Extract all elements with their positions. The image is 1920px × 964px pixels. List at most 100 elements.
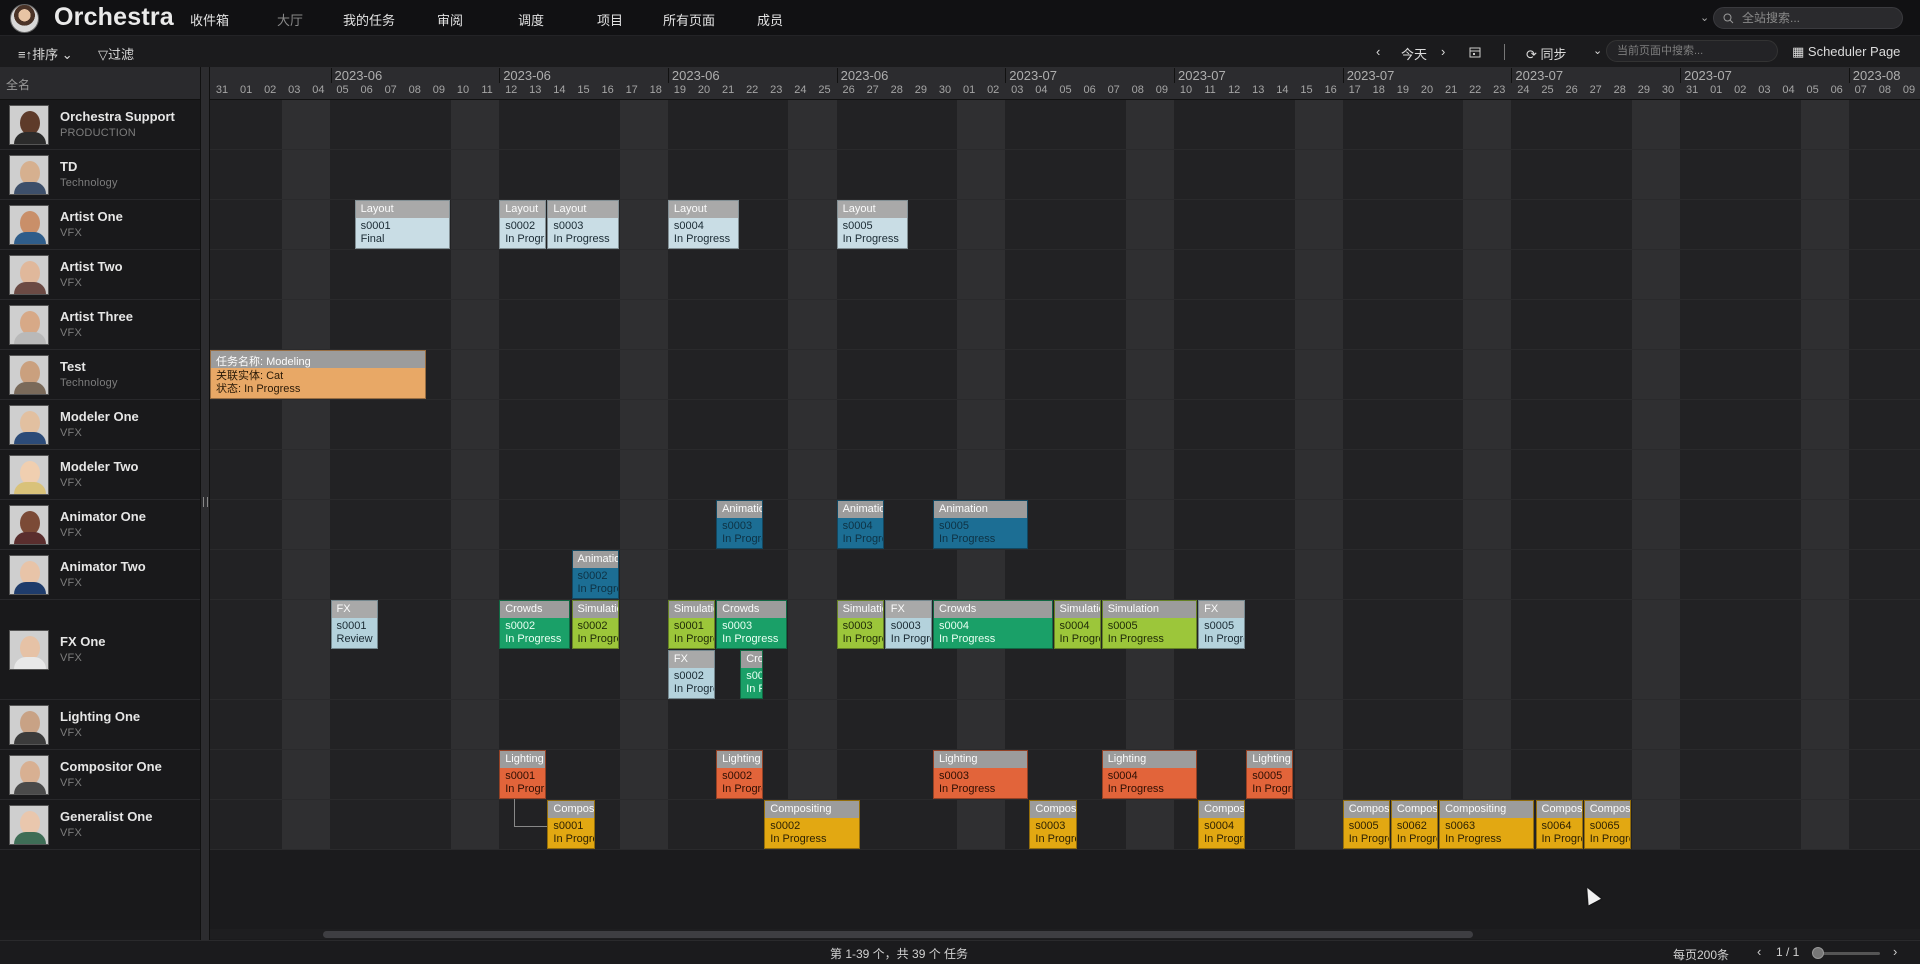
page-search-box[interactable] bbox=[1606, 40, 1778, 62]
task-bar[interactable]: Lighting s0001In Progress bbox=[499, 750, 547, 799]
task-bar[interactable]: FX s0002In Progress bbox=[667, 650, 716, 699]
task-bar[interactable]: Simulation s0003In Progress bbox=[836, 600, 884, 649]
row-divider bbox=[210, 499, 1920, 500]
task-bar[interactable]: Layout s0005 In Progress bbox=[836, 200, 908, 249]
task-bar[interactable]: Compositing s0065In Progress bbox=[1583, 800, 1631, 849]
nav-members[interactable]: 成员 bbox=[757, 10, 783, 29]
per-page-select[interactable]: 每页200条 bbox=[1673, 946, 1729, 963]
person-row[interactable]: Modeler Two VFX bbox=[0, 450, 200, 500]
filter-button[interactable]: ▽过滤 bbox=[98, 44, 134, 63]
person-row[interactable]: Generalist One VFX bbox=[0, 800, 200, 850]
task-bar[interactable]: Compositing s0004In Progress bbox=[1198, 800, 1246, 849]
task-bar[interactable]: 任务名称: Modeling 关联实体: Cat 状态: In Progress bbox=[210, 350, 426, 399]
task-bar[interactable]: FX s0005In Progress bbox=[1198, 600, 1246, 649]
column-splitter[interactable] bbox=[200, 67, 210, 940]
day-label: 23 bbox=[1493, 84, 1506, 96]
global-search-input[interactable] bbox=[1742, 8, 1892, 28]
chevron-down-icon[interactable]: ⌄ bbox=[1593, 44, 1602, 57]
task-bar[interactable]: Crowds s0004 In Progress bbox=[933, 600, 1053, 649]
task-entity: s0001 bbox=[336, 620, 367, 632]
nav-projects[interactable]: 项目 bbox=[597, 10, 623, 29]
scheduler-page-button[interactable]: ▦ Scheduler Page bbox=[1792, 44, 1900, 60]
task-bar[interactable]: Crowds s0003In Progress bbox=[740, 650, 764, 699]
task-entity: s0003 bbox=[722, 520, 753, 532]
person-row[interactable]: Test Technology bbox=[0, 350, 200, 400]
splitter-grip-icon[interactable] bbox=[203, 497, 208, 507]
person-row[interactable]: Compositor One VFX bbox=[0, 750, 200, 800]
global-search-box[interactable]: ⌄ bbox=[1700, 7, 1903, 29]
name-column-header[interactable]: 全名 bbox=[0, 67, 200, 100]
person-row[interactable]: Artist Two VFX bbox=[0, 250, 200, 300]
task-bar[interactable]: Simulation s0002In Progress bbox=[571, 600, 619, 649]
task-bar[interactable]: Lighting s0002In Progress bbox=[716, 750, 764, 799]
task-bar[interactable]: Simulation s0004In Progress bbox=[1053, 600, 1101, 649]
today-button[interactable]: 今天 bbox=[1401, 44, 1427, 63]
task-bar[interactable]: Animation s0002In Progress bbox=[571, 550, 619, 599]
sort-button[interactable]: ≡↑排序 ⌄ bbox=[18, 44, 73, 63]
task-bar[interactable]: Compositing s0003In Progress bbox=[1029, 800, 1077, 849]
scrollbar-thumb[interactable] bbox=[323, 931, 1473, 938]
task-bar[interactable]: Lighting s0003 In Progress bbox=[933, 750, 1029, 799]
calendar-icon[interactable] bbox=[1469, 46, 1481, 58]
task-bar[interactable]: Layout s0003 In Progress bbox=[547, 200, 619, 249]
next-arrow-icon[interactable]: › bbox=[1441, 44, 1445, 59]
task-status: In Progress bbox=[1348, 833, 1389, 845]
task-entity: s0004 bbox=[1059, 620, 1090, 632]
person-row[interactable]: Modeler One VFX bbox=[0, 400, 200, 450]
day-label: 03 bbox=[1758, 84, 1771, 96]
page-search-input[interactable] bbox=[1617, 42, 1772, 60]
prev-arrow-icon[interactable]: ‹ bbox=[1376, 44, 1380, 59]
task-bar[interactable]: Compositing s0063 In Progress bbox=[1439, 800, 1535, 849]
task-bar[interactable]: Animation s0005 In Progress bbox=[933, 500, 1029, 549]
task-bar[interactable]: Animation s0004In Progress bbox=[836, 500, 884, 549]
task-bar[interactable]: Layout s0004 In Progress bbox=[667, 200, 740, 249]
nav-my-tasks[interactable]: 我的任务 bbox=[343, 10, 395, 29]
task-bar[interactable]: Compositing s0002 In Progress bbox=[764, 800, 860, 849]
nav-all-pages[interactable]: 所有页面 bbox=[663, 10, 715, 29]
person-row[interactable]: Animator Two VFX bbox=[0, 550, 200, 600]
task-bar[interactable]: Lighting s0004 In Progress bbox=[1101, 750, 1198, 799]
task-bar[interactable]: Lighting s0005In Progress bbox=[1246, 750, 1294, 799]
nav-lobby[interactable]: 大厅 bbox=[277, 10, 303, 29]
zoom-slider-handle[interactable] bbox=[1812, 947, 1824, 959]
task-bar[interactable]: Crowds s0003In Progress bbox=[716, 600, 788, 649]
task-bar[interactable]: FX s0003In Progress bbox=[884, 600, 932, 649]
nav-review[interactable]: 审阅 bbox=[437, 10, 463, 29]
zoom-slider-track[interactable] bbox=[1816, 952, 1880, 955]
task-bar[interactable]: Crowds s0002 In Progress bbox=[499, 600, 571, 649]
task-bar[interactable]: Compositing s0001In Progress bbox=[547, 800, 595, 849]
person-row[interactable]: FX One VFX bbox=[0, 600, 200, 700]
task-bar[interactable]: Layout s0002In Progress bbox=[499, 200, 547, 249]
task-status: In Progress bbox=[1445, 833, 1502, 845]
sync-button[interactable]: ⟳ 同步 bbox=[1526, 44, 1567, 63]
chevron-down-icon[interactable]: ⌄ bbox=[1700, 11, 1709, 24]
task-bar[interactable]: Animation s0003In Progress bbox=[716, 500, 764, 549]
nav-scheduling[interactable]: 调度 bbox=[518, 10, 544, 29]
task-bar[interactable]: Simulation s0001In Progress bbox=[667, 600, 716, 649]
horizontal-scrollbar[interactable] bbox=[210, 929, 1920, 939]
task-bar[interactable]: Compositing s0005In Progress bbox=[1342, 800, 1390, 849]
next-page-icon[interactable]: › bbox=[1893, 944, 1897, 959]
person-row[interactable]: Animator One VFX bbox=[0, 500, 200, 550]
prev-page-icon[interactable]: ‹ bbox=[1757, 944, 1761, 959]
task-entity: s0002 bbox=[770, 820, 801, 832]
task-bar[interactable]: FX s0001 Review bbox=[330, 600, 378, 649]
day-label: 01 bbox=[1710, 84, 1723, 96]
day-label: 04 bbox=[312, 84, 325, 96]
person-row[interactable]: Artist One VFX bbox=[0, 200, 200, 250]
task-bar[interactable]: Simulation s0005 In Progress bbox=[1101, 600, 1198, 649]
task-bar[interactable]: Layout s0001 Final bbox=[354, 200, 450, 249]
task-bar[interactable]: Compositing s0064In Progress bbox=[1535, 800, 1583, 849]
app-title[interactable]: Orchestra bbox=[54, 3, 174, 32]
person-row[interactable]: Orchestra Support PRODUCTION bbox=[0, 100, 200, 150]
page-indicator: 1 / 1 bbox=[1776, 945, 1800, 959]
user-avatar[interactable] bbox=[10, 4, 39, 33]
task-bar[interactable]: Compositing s0062In Progress bbox=[1390, 800, 1439, 849]
person-department: VFX bbox=[60, 227, 82, 239]
person-row[interactable]: Artist Three VFX bbox=[0, 300, 200, 350]
nav-inbox[interactable]: 收件箱 bbox=[190, 10, 229, 29]
task-entity: s0004 bbox=[673, 220, 704, 232]
person-row[interactable]: Lighting One VFX bbox=[0, 700, 200, 750]
day-label: 09 bbox=[1155, 84, 1169, 96]
person-row[interactable]: TD Technology bbox=[0, 150, 200, 200]
